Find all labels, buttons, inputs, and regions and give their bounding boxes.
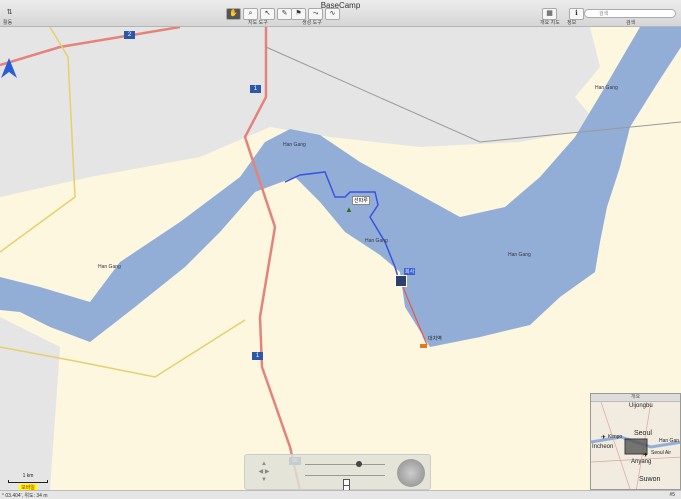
map-tools-label: 지도 도구 [248,20,268,26]
activity-icon[interactable]: ⇅ [3,8,16,18]
overview-place: Anyang [631,459,652,465]
search-input[interactable]: 검색 [584,9,676,18]
map-canvas[interactable]: Han Gang Han Gang Han Gang Han Gang Han … [0,27,681,490]
search-label: 검색 [626,20,636,26]
road-shield: 2 [124,31,135,39]
overview-place: Kimpo [608,434,623,440]
water-label: Han Gang [365,238,388,244]
hand-tool-icon[interactable]: ✋ [226,8,241,20]
tilt-slider[interactable] [305,475,385,476]
overview-place: Seoul [634,430,652,437]
waypoint-label[interactable]: 대치역 [428,335,442,342]
map-svg [0,27,681,490]
overview-place: Suwon [639,476,661,483]
info-label: 정보 [567,20,577,26]
activity-label: 활동 [3,20,13,26]
water-label: Han Gang [595,85,618,91]
measure-tool-icon[interactable]: ✎ [277,8,292,20]
water-label: Han Gang [283,142,306,148]
overview-place: Uijongbu [629,403,653,409]
overview-map-label: 개요 지도 [540,20,560,26]
water-label: Han Gang [98,264,121,270]
coordinate-readout: ° 03.404', 위도: 34 m [2,493,48,499]
pan-control-icon[interactable]: ▲ ◀ ▶ ▼ [253,460,275,484]
summit-icon[interactable]: ▲ [345,205,353,214]
status-bar: ° 03.404', 위도: 34 m #5 [0,490,681,499]
overview-place: Han Gan [659,438,680,444]
building-icon[interactable] [395,275,407,287]
activity-group: ⇅ [3,8,16,18]
zoom-slider[interactable] [305,464,385,465]
car-icon[interactable] [420,344,427,348]
route-tools-label: 생성 도구 [302,20,322,26]
overview-place: Incheon [592,444,614,450]
water-label: Han Gang [508,252,531,258]
zoom-level: #5 [669,492,675,498]
scale-bar: 1 km 모바일 [8,473,48,491]
north-arrow-icon [1,58,17,78]
road-shield: 1 [252,352,263,360]
waypoint-label[interactable]: 선따루 [352,196,370,205]
overview-title: 개요 [591,394,680,402]
overview-map[interactable]: 개요 Uijongbu Seoul Kimpo Incheon Han Gan … [590,393,681,490]
scale-distance: 1 km [22,473,34,479]
zoom-slider-knob[interactable] [356,461,362,467]
window-titlebar: BaseCamp ⇅ 활동 ✋ ⌕ ↖ ✎ 지도 도구 ⚑ ⤳ ∿ 생성 도구 … [0,0,681,27]
waypoint-label[interactable]: 회사 [404,268,416,275]
overview-place: Seoul Air [651,450,672,456]
airport-icon: ✈ [601,435,607,441]
rotate-compass-icon[interactable] [397,459,425,487]
scale-line [8,480,48,483]
track-tool-icon[interactable]: ∿ [325,8,340,20]
gray-area-southwest [0,317,60,490]
navigation-panel: ▲ ◀ ▶ ▼ [244,454,431,492]
road-shield: 1 [250,85,261,93]
airport-icon: ✈ [643,453,649,459]
